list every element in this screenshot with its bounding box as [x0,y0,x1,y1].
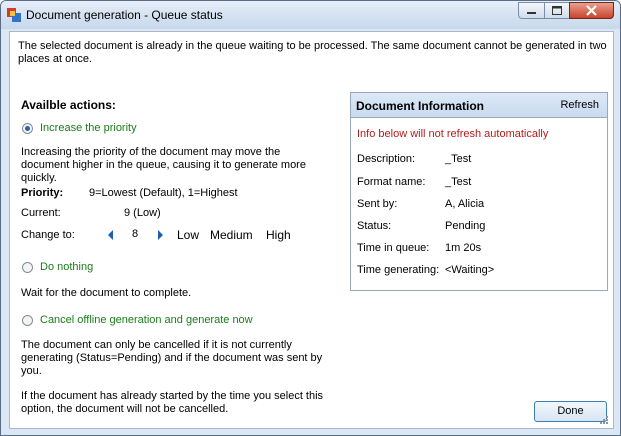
priority-low-link[interactable]: Low [177,229,199,242]
left-arrow-icon [108,230,113,240]
info-panel-title: Document Information [356,99,484,113]
dialog-window: Document generation - Queue status The s… [0,0,621,436]
info-label-sent-by: Sent by: [357,198,398,210]
info-value-time-generating: <Waiting> [445,264,495,276]
priority-stepper-input[interactable]: 8 [127,224,153,243]
resize-grip-icon[interactable] [599,415,609,425]
cancel-generation-radio[interactable] [22,315,33,326]
info-label-description: Description: [357,153,416,165]
priority-label: Priority: [21,187,64,199]
title-bar[interactable]: Document generation - Queue status [1,1,620,29]
done-button[interactable]: Done [534,401,607,422]
info-value-sent-by: A, Alicia [445,198,485,210]
app-icon [7,8,21,22]
do-nothing-radio[interactable] [22,262,33,273]
minimize-icon [527,12,536,14]
info-label-status: Status: [357,220,392,232]
do-nothing-description: Wait for the document to complete. [21,287,192,299]
queue-message: The selected document is already in the … [18,40,607,65]
maximize-icon [552,6,562,15]
minimize-button[interactable] [518,2,545,19]
priority-high-link[interactable]: High [266,229,291,242]
priority-medium-link[interactable]: Medium [210,229,253,242]
info-value-format: _Test [445,176,472,188]
close-icon [586,5,597,16]
info-value-description: _Test [445,153,472,165]
priority-hint: 9=Lowest (Default), 1=Highest [89,187,238,199]
increase-priority-arrow[interactable] [155,228,165,242]
increase-priority-description: Increasing the priority of the document … [21,146,306,184]
window-title: Document generation - Queue status [26,8,223,22]
info-panel-header: Document Information Refresh [351,93,607,118]
do-nothing-label[interactable]: Do nothing [40,261,93,274]
refresh-warning: Info below will not refresh automaticall… [357,128,549,140]
cancel-warning-description: If the document has already started by t… [21,390,324,415]
refresh-link[interactable]: Refresh [560,99,599,111]
info-value-status: Pending [445,220,486,232]
increase-priority-label[interactable]: Increase the priority [40,122,137,135]
right-arrow-icon [158,230,163,240]
actions-heading: Availble actions: [21,98,116,112]
current-priority-label: Current: [21,207,61,219]
maximize-button[interactable] [544,2,570,19]
dialog-body: The selected document is already in the … [9,31,614,429]
change-priority-label: Change to: [21,229,75,241]
info-label-time-generating: Time generating: [357,264,440,276]
current-priority-value: 9 (Low) [124,207,161,219]
info-value-time-in-queue: 1m 20s [445,242,482,254]
info-label-time-in-queue: Time in queue: [357,242,430,254]
increase-priority-radio[interactable] [22,123,33,134]
cancel-description: The document can only be cancelled if it… [21,339,323,377]
cancel-generation-label[interactable]: Cancel offline generation and generate n… [40,314,253,327]
decrease-priority-arrow[interactable] [106,228,116,242]
info-label-format: Format name: [357,176,426,188]
document-information-panel: Document Information Refresh Info below … [350,92,608,291]
close-button[interactable] [569,2,614,19]
